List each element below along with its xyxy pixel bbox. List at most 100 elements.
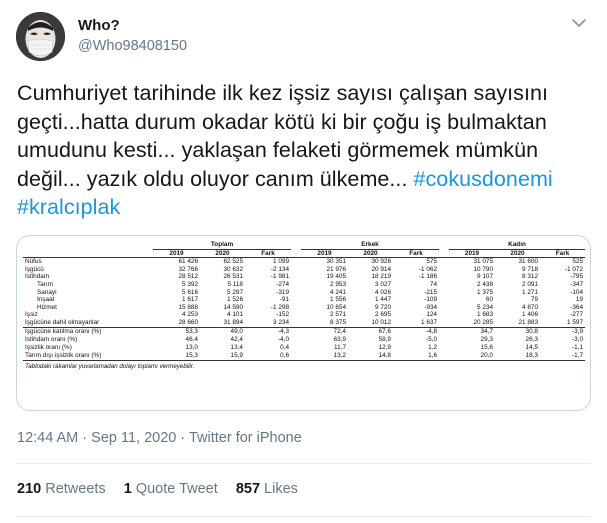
table-note: Tablodaki rakamlar yuvarlamadan dolayı t… [25, 362, 195, 370]
table-cell: 5 234 [477, 303, 493, 311]
group-header: Toplam [153, 241, 291, 250]
tweet-source[interactable]: Twitter for iPhone [189, 430, 302, 446]
table-cell: 12,9 [378, 343, 391, 351]
table-cell: 14 590 [223, 303, 243, 311]
likes-count[interactable]: 857 [236, 481, 260, 497]
table-cell: 3 027 [375, 280, 391, 288]
table-cell: 72,4 [301, 326, 348, 336]
table-cell: -277 [570, 311, 584, 319]
table-row: İstihdam oranı (%) 46,4 42,4 -4,0 63,9 58,9 -5… [23, 336, 585, 344]
table-cell: 67,6 [348, 326, 393, 336]
group-gap [439, 266, 449, 274]
table-cell: -1 981 [270, 273, 289, 281]
table-cell: 13,4 [230, 343, 243, 351]
row-label: İşgücüne dahil olmayanlar [25, 318, 100, 326]
likes-stat[interactable]: 857 Likes [236, 481, 298, 497]
group-gap [439, 241, 449, 249]
row-label: İşgücüne katılma oranı (%) [23, 326, 153, 336]
table-cell: -109 [424, 296, 437, 304]
table-cell: 34,7 [449, 326, 495, 336]
table-cell: 46,4 [185, 335, 198, 343]
hashtag-link[interactable]: #cokusdonemi [414, 167, 553, 191]
tweet-image[interactable]: Toplam Erkek Kadın 2019 2020 Fark 2019 2… [16, 235, 591, 411]
table-cell: 0,4 [280, 343, 289, 351]
table-row: İstihdam 28 512 26 531 -1 981 19 405 18 219 -1… [23, 273, 585, 281]
group-gap [291, 266, 301, 274]
table-cell: 30 632 [223, 265, 243, 273]
row-label: İşsizlik oranı (%) [25, 343, 72, 351]
user-handle[interactable]: @Who98408150 [78, 38, 187, 54]
quote-label[interactable]: Quote Tweet [136, 481, 218, 497]
table-cell: -934 [424, 303, 437, 311]
separator: · [78, 430, 92, 446]
group-gap [439, 319, 449, 327]
table-cell: -274 [276, 280, 289, 288]
table-cell: 2 695 [375, 311, 391, 319]
tweet-date[interactable]: Sep 11, 2020 [91, 430, 176, 446]
group-gap [439, 281, 449, 289]
avatar[interactable] [16, 12, 65, 61]
table-cell: 10 654 [326, 303, 346, 311]
quote-tweets-stat[interactable]: 1 Quote Tweet [124, 481, 218, 497]
table-cell: 9 720 [375, 303, 391, 311]
row-label: İstihdam [25, 273, 50, 281]
table-cell: -4,0 [277, 335, 289, 343]
table-cell: 14,8 [378, 351, 391, 359]
table-cell: 15 888 [178, 303, 198, 311]
absolute-rows: Nüfus 61 426 62 525 1 099 30 351 30 926 575 31 … [23, 258, 585, 327]
table-cell: 0,6 [280, 351, 289, 359]
retweets-count[interactable]: 210 [17, 481, 41, 497]
group-gap [291, 273, 301, 281]
table-cell: 5 297 [227, 288, 243, 296]
tweet-timestamp[interactable]: 12:44 AM · Sep 11, 2020 · Twitter for iP… [17, 430, 302, 446]
table-cell: -3,9 [540, 326, 586, 336]
table-cell: 74 [429, 280, 437, 288]
table-row: İşgücü 32 766 30 632 -2 134 21 976 20 914 -1 0… [23, 266, 585, 274]
hashtag-link[interactable]: #kralcıplak [17, 195, 120, 219]
row-label: Tarım [37, 280, 53, 288]
group-gap [291, 304, 301, 312]
display-name[interactable]: Who? [78, 17, 120, 34]
table-cell: 1 617 [182, 296, 198, 304]
tweet-time[interactable]: 12:44 AM [17, 430, 78, 446]
table-corner [23, 249, 153, 259]
table-cell: 32 766 [178, 265, 198, 273]
retweets-stat[interactable]: 210 Retweets [17, 481, 106, 497]
group-header: Kadın [449, 241, 586, 250]
table-rule [23, 359, 585, 361]
table-cell: -4,8 [393, 326, 439, 336]
table-cell: 2 953 [330, 280, 346, 288]
table-row: İşgücüne dahil olmayanlar 28 660 31 894 3 2… [23, 319, 585, 327]
group-gap [291, 336, 301, 344]
group-gap [291, 296, 301, 304]
group-gap [291, 311, 301, 319]
row-label: İnşaat [37, 296, 55, 304]
table-cell: -1,7 [572, 351, 584, 359]
table-cell: -364 [570, 303, 584, 311]
table-cell: -5,0 [425, 335, 437, 343]
table-cell: 2 438 [477, 280, 493, 288]
row-label: İstihdam oranı (%) [25, 335, 78, 343]
group-gap [439, 311, 449, 319]
quote-count[interactable]: 1 [124, 481, 132, 497]
likes-label[interactable]: Likes [264, 481, 298, 497]
table-row: Tarım dışı işsizlik oranı (%) 15,3 15,9 0,6… [23, 352, 585, 360]
table-cell: 1 637 [421, 318, 437, 326]
statistics-table-image: Toplam Erkek Kadın 2019 2020 Fark 2019 2… [23, 241, 586, 406]
table-cell: 4 026 [375, 288, 391, 296]
col-header: 2020 [495, 249, 540, 259]
table-cell: 63,9 [333, 335, 346, 343]
group-gap [291, 319, 301, 327]
chevron-down-icon[interactable] [569, 16, 589, 30]
table-row: İnşaat 1 617 1 526 -91 1 556 1 447 -109 60 79 19 [23, 296, 585, 304]
labor-statistics-table: Toplam Erkek Kadın 2019 2020 Fark 2019 2… [23, 241, 586, 360]
table-cell: 13,0 [185, 343, 198, 351]
group-gap [439, 344, 449, 352]
table-cell: 8 312 [522, 273, 538, 281]
retweets-label[interactable]: Retweets [45, 481, 105, 497]
table-cell: -152 [276, 311, 289, 319]
col-header: 2019 [153, 249, 200, 259]
table-cell: 575 [426, 258, 437, 266]
tweet-text: Cumhuriyet tarihinde ilk kez işsiz sayıs… [17, 79, 589, 222]
table-cell: -1 298 [270, 303, 289, 311]
